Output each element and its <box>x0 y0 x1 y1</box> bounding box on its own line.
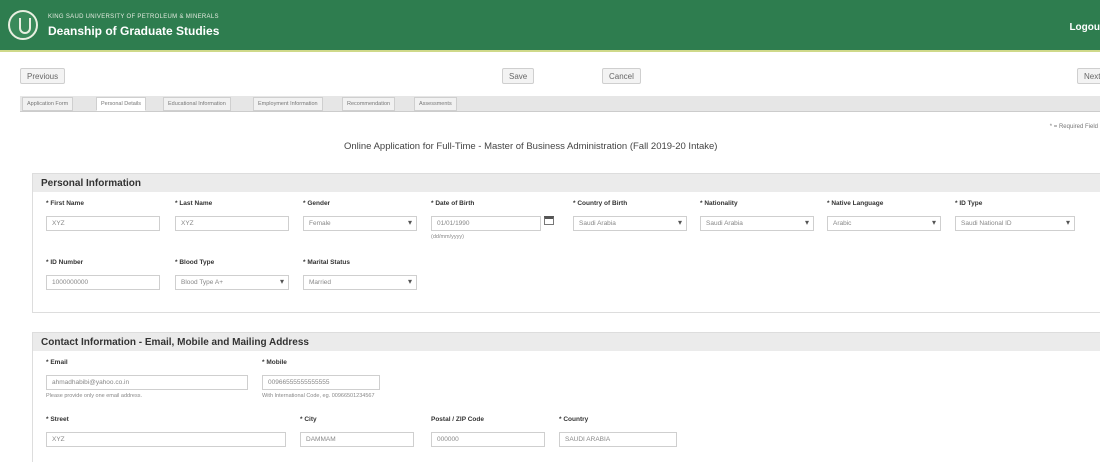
logout-link[interactable]: Logou <box>1069 22 1100 33</box>
save-button[interactable]: Save <box>502 68 535 84</box>
native-language-label: * Native Language <box>827 200 884 207</box>
street-label: * Street <box>46 416 69 423</box>
previous-button[interactable]: Previous <box>20 68 66 84</box>
country-of-birth-select[interactable]: Saudi Arabia <box>573 216 687 231</box>
id-type-label: * ID Type <box>955 200 983 207</box>
postal-code-label: Postal / ZIP Code <box>431 416 484 423</box>
email-hint: Please provide only one email address. <box>46 393 143 399</box>
dob-label: * Date of Birth <box>431 200 475 207</box>
section-heading: Personal Information <box>33 174 1100 192</box>
country-of-birth-label: * Country of Birth <box>573 200 628 207</box>
tab-application-form[interactable]: Application Form <box>22 97 74 111</box>
section-heading: Contact Information - Email, Mobile and … <box>33 333 1100 351</box>
last-name-label: * Last Name <box>175 200 213 207</box>
dob-input[interactable]: 01/01/1990 <box>431 216 541 231</box>
gender-select[interactable]: Female <box>303 216 417 231</box>
university-name: KING SAUD UNIVERSITY OF PETROLEUM & MINE… <box>48 14 219 20</box>
blood-type-label: * Blood Type <box>175 259 215 266</box>
email-input[interactable]: ahmadhabibi@yahoo.co.in <box>46 375 248 390</box>
nationality-select[interactable]: Saudi Arabia <box>700 216 814 231</box>
last-name-input[interactable]: XYZ <box>175 216 289 231</box>
tab-employment-information[interactable]: Employment Information <box>253 97 323 111</box>
cancel-button[interactable]: Cancel <box>602 68 641 84</box>
page-title: Online Application for Full-Time - Maste… <box>344 141 718 152</box>
next-button[interactable]: Next <box>1077 68 1100 84</box>
deanship-title: Deanship of Graduate Studies <box>48 24 220 38</box>
tab-educational-information[interactable]: Educational Information <box>163 97 231 111</box>
city-input[interactable]: DAMMAM <box>300 432 414 447</box>
id-number-label: * ID Number <box>46 259 84 266</box>
blood-type-select[interactable]: Blood Type A+ <box>175 275 289 290</box>
street-input[interactable]: XYZ <box>46 432 286 447</box>
dob-format-hint: (dd/mm/yyyy) <box>431 234 464 240</box>
id-number-input[interactable]: 1000000000 <box>46 275 160 290</box>
mobile-hint: With International Code, eg. 00966501234… <box>262 393 375 399</box>
gender-label: * Gender <box>303 200 331 207</box>
required-field-note: * = Required Field <box>1049 124 1098 130</box>
native-language-select[interactable]: Arabic <box>827 216 941 231</box>
first-name-input[interactable]: XYZ <box>46 216 160 231</box>
tab-assessments[interactable]: Assessments <box>414 97 457 111</box>
email-label: * Email <box>46 359 68 366</box>
marital-status-select[interactable]: Married <box>303 275 417 290</box>
mobile-input[interactable]: 00966555555555555 <box>262 375 380 390</box>
id-type-select[interactable]: Saudi National ID <box>955 216 1075 231</box>
country-input[interactable]: SAUDI ARABIA <box>559 432 677 447</box>
postal-code-input[interactable]: 000000 <box>431 432 545 447</box>
mobile-label: * Mobile <box>262 359 287 366</box>
tab-recommendation[interactable]: Recommendation <box>342 97 396 111</box>
country-label: * Country <box>559 416 589 423</box>
university-seal-icon <box>8 10 38 40</box>
nationality-label: * Nationality <box>700 200 738 207</box>
first-name-label: * First Name <box>46 200 84 207</box>
tab-personal-details[interactable]: Personal Details <box>96 97 147 111</box>
city-label: * City <box>300 416 317 423</box>
marital-status-label: * Marital Status <box>303 259 350 266</box>
calendar-icon[interactable] <box>544 216 554 225</box>
app-header: KING SAUD UNIVERSITY OF PETROLEUM & MINE… <box>0 0 1100 52</box>
personal-information-section: Personal Information <box>32 173 1100 313</box>
